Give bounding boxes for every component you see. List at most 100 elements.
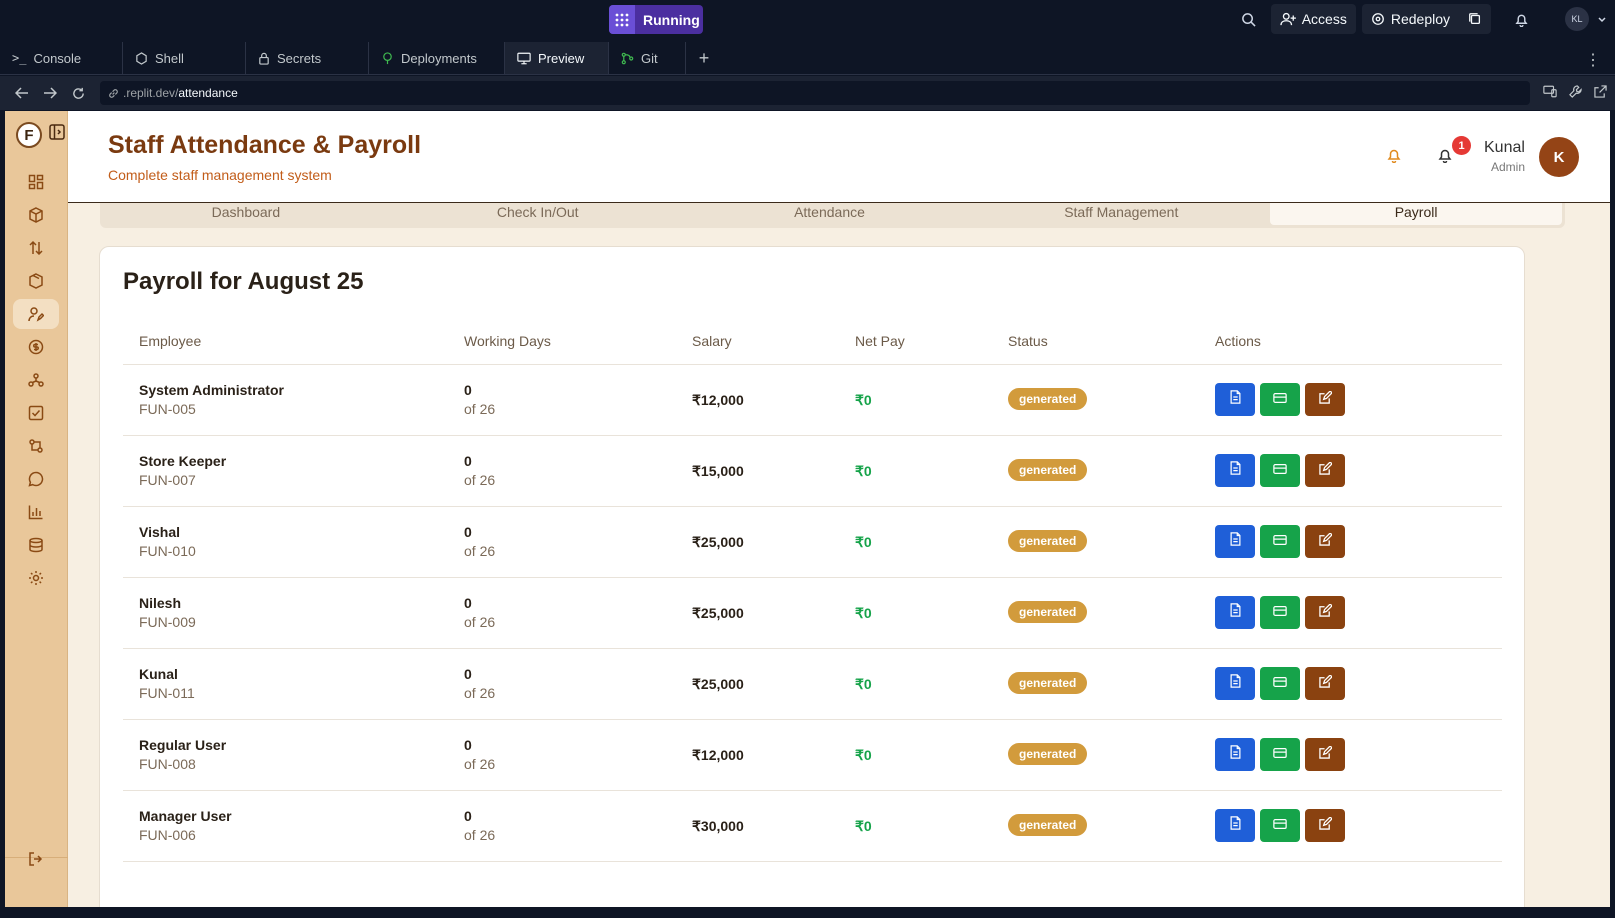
open-external-icon[interactable] [1594, 85, 1607, 98]
sidebar-item-tasks[interactable] [13, 398, 59, 428]
pay-button[interactable] [1260, 738, 1300, 771]
credit-card-icon [1273, 604, 1287, 622]
sidebar-item-database[interactable] [13, 530, 59, 560]
terminal-icon: >_ [12, 51, 27, 65]
gear-icon [29, 571, 43, 585]
edit-payroll-button[interactable] [1305, 667, 1345, 700]
tab-secrets[interactable]: Secrets [246, 42, 369, 74]
user-avatar[interactable]: KL [1565, 7, 1589, 31]
edit-payroll-button[interactable] [1305, 596, 1345, 629]
dashboard-icon [28, 174, 44, 190]
url-input[interactable]: .replit.dev/attendance [100, 81, 1530, 105]
sidebar-item-dashboard[interactable] [13, 167, 59, 197]
user-name: Kunal [1484, 139, 1525, 156]
edit-icon [1318, 744, 1333, 764]
access-button[interactable]: Access [1270, 4, 1356, 34]
redeploy-button[interactable]: Redeploy [1361, 4, 1491, 34]
app-sidebar: F [5, 111, 68, 907]
view-payslip-button[interactable] [1215, 525, 1255, 558]
payroll-card: Payroll for August 25 Employee Working D… [99, 246, 1525, 907]
credit-card-icon [1273, 391, 1287, 409]
user-avatar[interactable]: K [1539, 137, 1579, 177]
run-button[interactable]: Running [609, 5, 703, 34]
tab-dashboard[interactable]: Dashboard [100, 203, 392, 228]
checkbox-icon [28, 405, 44, 421]
sidebar-item-logout[interactable] [13, 844, 59, 874]
edit-payroll-button[interactable] [1305, 383, 1345, 416]
sidebar-item-messages[interactable] [13, 464, 59, 494]
reload-icon[interactable] [64, 87, 92, 100]
tab-check-in-out[interactable]: Check In/Out [392, 203, 684, 228]
credit-card-icon [1273, 462, 1287, 480]
tab-payroll[interactable]: Payroll [1270, 203, 1562, 225]
table-row: Nilesh FUN-009 0 of 26 ₹25,000 ₹0 generated [123, 578, 1502, 649]
view-payslip-button[interactable] [1215, 667, 1255, 700]
tab-label: Deployments [401, 50, 477, 66]
row-actions [1215, 383, 1345, 416]
tab-preview[interactable]: Preview [505, 42, 609, 74]
pay-button[interactable] [1260, 383, 1300, 416]
shell-icon [136, 51, 147, 65]
tab-console[interactable]: >_ Console [0, 42, 123, 74]
working-days-total: of 26 [464, 756, 496, 772]
new-tab-button[interactable]: + [686, 42, 722, 74]
edit-payroll-button[interactable] [1305, 809, 1345, 842]
tab-staff-management[interactable]: Staff Management [975, 203, 1267, 228]
sidebar-toggle-icon[interactable] [49, 124, 65, 145]
sidebar-item-staff[interactable] [13, 299, 59, 329]
sidebar-item-reports[interactable] [13, 497, 59, 527]
wrench-icon[interactable] [1569, 85, 1582, 98]
view-payslip-button[interactable] [1215, 809, 1255, 842]
employee-cell: Regular User FUN-008 [139, 737, 226, 772]
tab-label: Shell [155, 50, 184, 66]
pay-button[interactable] [1260, 454, 1300, 487]
working-days-count: 0 [464, 808, 472, 824]
sidebar-item-transfers[interactable] [13, 233, 59, 263]
status-badge: generated [1008, 814, 1088, 836]
app-logo[interactable]: F [16, 122, 42, 148]
sidebar-item-products[interactable] [13, 200, 59, 230]
chevron-down-icon[interactable] [1589, 3, 1615, 35]
sidebar-item-network[interactable] [13, 365, 59, 395]
search-icon[interactable] [1233, 3, 1265, 35]
tab-shell[interactable]: Shell [123, 42, 246, 74]
devices-icon[interactable] [1543, 85, 1557, 98]
pay-button[interactable] [1260, 525, 1300, 558]
status-badge: generated [1008, 388, 1088, 410]
notifications-bell-icon[interactable] [1437, 147, 1453, 168]
pay-button[interactable] [1260, 809, 1300, 842]
tab-git[interactable]: Git [609, 42, 686, 74]
view-payslip-button[interactable] [1215, 383, 1255, 416]
tab-attendance[interactable]: Attendance [684, 203, 976, 228]
view-payslip-button[interactable] [1215, 454, 1255, 487]
employee-id: FUN-007 [139, 472, 196, 488]
dollar-circle-icon [28, 339, 44, 355]
edit-payroll-button[interactable] [1305, 738, 1345, 771]
back-arrow-icon[interactable] [8, 87, 36, 99]
forward-arrow-icon[interactable] [36, 87, 64, 99]
row-actions [1215, 454, 1345, 487]
edit-payroll-button[interactable] [1305, 525, 1345, 558]
lock-icon [259, 52, 269, 65]
view-payslip-button[interactable] [1215, 738, 1255, 771]
tab-deployments[interactable]: Deployments [369, 42, 505, 74]
more-options-icon[interactable]: ⋮ [1585, 50, 1601, 70]
box-icon [29, 207, 43, 223]
row-actions [1215, 525, 1345, 558]
sidebar-item-settings[interactable] [13, 563, 59, 593]
bar-chart-icon [28, 505, 43, 520]
pay-button[interactable] [1260, 596, 1300, 629]
alert-bell-icon[interactable] [1386, 147, 1402, 168]
notifications-bell-icon[interactable] [1505, 3, 1537, 35]
run-status-label: Running [643, 11, 700, 28]
status-badge: generated [1008, 459, 1088, 481]
pay-button[interactable] [1260, 667, 1300, 700]
document-icon [1229, 816, 1242, 835]
sidebar-item-inventory[interactable] [13, 266, 59, 296]
edit-payroll-button[interactable] [1305, 454, 1345, 487]
sidebar-item-finance[interactable] [13, 332, 59, 362]
view-payslip-button[interactable] [1215, 596, 1255, 629]
employee-cell: Kunal FUN-011 [139, 666, 195, 701]
sidebar-item-workflow[interactable] [13, 431, 59, 461]
working-days-cell: 0 of 26 [464, 524, 495, 559]
